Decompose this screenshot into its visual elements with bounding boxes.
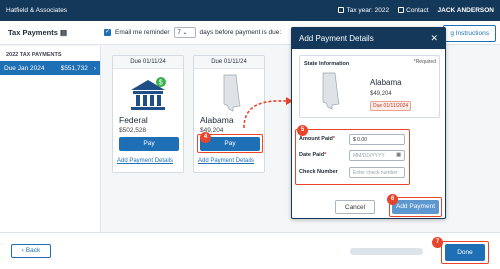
back-button[interactable]: ‹ Back: [11, 244, 51, 258]
page-title: Tax Payments ▤: [8, 28, 68, 37]
card-name: Federal: [119, 115, 148, 125]
person-icon: [398, 7, 405, 13]
check-number-input[interactable]: Enter check number: [349, 167, 405, 178]
state-information-label: State Information: [304, 61, 350, 67]
state-name: Alabama: [370, 78, 402, 87]
email-reminder-label: Email me reminder: [115, 29, 170, 36]
check-number-label: Check Number: [299, 169, 338, 175]
step-6-badge: 6: [387, 194, 398, 205]
step-4-badge: 4: [200, 132, 211, 143]
card-amount: $502,528: [119, 127, 147, 134]
dashed-arrow-icon: [243, 97, 293, 129]
blurred-text: [350, 248, 423, 255]
top-bar: Hatfield & Associates Tax year: 2022 Con…: [0, 0, 500, 21]
sidebar-item-due-jan-2024[interactable]: Due Jan 2024 $551,732 ›: [0, 61, 100, 75]
sidebar: 2022 TAX PAYMENTS Due Jan 2024 $551,732 …: [0, 46, 101, 232]
required-note: *Required: [413, 59, 436, 65]
date-paid-input[interactable]: MM/DD/YYYY ▦: [349, 150, 405, 161]
tax-year-selector[interactable]: Tax year: 2022: [338, 7, 389, 14]
add-payment-details-link[interactable]: Add Payment Details: [117, 158, 173, 164]
reminder-days-select[interactable]: 7 ⌄: [173, 27, 196, 38]
federal-bank-icon: $: [131, 77, 166, 110]
state-due-badge: Due 01/11/2024: [370, 101, 412, 111]
add-payment-button[interactable]: Add Payment: [392, 200, 439, 214]
sidebar-item-amount: $551,732: [60, 64, 88, 72]
alabama-state-shape-icon: [322, 72, 340, 110]
contact-label: Contact: [406, 7, 429, 14]
firm-name: Hatfield & Associates: [6, 7, 68, 14]
cancel-button[interactable]: Cancel: [335, 200, 375, 214]
chevron-left-icon: ‹: [21, 247, 24, 254]
amount-paid-label: Amount Paid*: [299, 136, 336, 142]
footer-bar: ‹ Back Done 7: [0, 232, 500, 269]
step-7-badge: 7: [432, 237, 443, 248]
chevron-right-icon: ›: [93, 64, 96, 72]
sidebar-heading: 2022 TAX PAYMENTS: [6, 52, 62, 58]
card-due-date: Due 01/11/24: [194, 56, 264, 69]
dialog-header: Add Payment Details ✕: [292, 28, 445, 49]
card-due-date: Due 01/11/24: [113, 56, 183, 69]
dialog-title: Add Payment Details: [299, 34, 374, 43]
card-name: Alabama: [200, 115, 234, 125]
user-menu[interactable]: JACK ANDERSON: [438, 7, 494, 14]
svg-text:$: $: [159, 80, 163, 87]
step-5-badge: 5: [297, 125, 308, 136]
sidebar-item-label: Due Jan 2024: [4, 64, 45, 72]
state-amount: $49,204: [370, 91, 392, 97]
email-reminder-checkbox[interactable]: [104, 28, 111, 36]
calendar-icon[interactable]: ▦: [396, 152, 401, 158]
done-button[interactable]: Done: [445, 244, 485, 261]
add-payment-details-dialog: Add Payment Details ✕ State Information …: [291, 27, 446, 219]
instructions-button[interactable]: g Instructions: [443, 25, 496, 42]
calendar-icon: [338, 7, 345, 13]
add-payment-details-link[interactable]: Add Payment Details: [198, 158, 254, 164]
contact-link[interactable]: Contact: [398, 7, 429, 14]
reminder-days-suffix: days before payment is due:: [199, 29, 282, 36]
state-information-panel: State Information *Required Alabama $49,…: [299, 55, 440, 118]
document-icon: ▤: [59, 28, 68, 37]
close-icon[interactable]: ✕: [430, 33, 438, 44]
amount-paid-input[interactable]: $ 0.00: [349, 134, 405, 145]
federal-payment-card: Due 01/11/24 $ Federal $502,528 Pay Add …: [112, 55, 184, 173]
tax-year-label: Tax year: 2022: [346, 7, 390, 14]
date-paid-label: Date Paid*: [299, 152, 327, 158]
pay-button[interactable]: Pay: [119, 137, 179, 151]
